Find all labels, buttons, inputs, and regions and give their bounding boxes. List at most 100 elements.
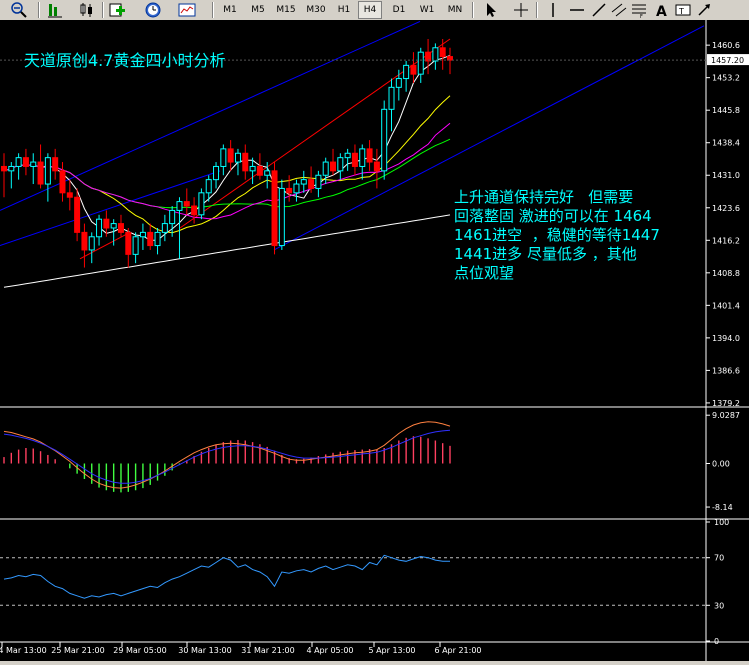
timeframe-w1-button[interactable]: W1 <box>415 1 439 19</box>
candle-body <box>1 165 7 172</box>
analysis-annotation: 上升通道保持完好 但需要 回落整固 激进的可以在 1464 1461进空 ，稳健… <box>454 188 660 282</box>
candle-body <box>351 152 358 167</box>
candle-body <box>213 165 220 181</box>
candle-body <box>293 183 300 194</box>
candle-body <box>37 161 44 185</box>
time-tick-label: 29 Mar 05:00 <box>113 646 166 655</box>
candle-body <box>22 157 29 167</box>
price-tick-label: 1401.4 <box>712 301 740 310</box>
time-tick-label: 5 Apr 13:00 <box>368 646 415 655</box>
candle-body <box>278 187 285 247</box>
candle-body <box>191 205 198 216</box>
trendline-icon[interactable] <box>590 1 608 19</box>
cursor-arrow-icon[interactable] <box>482 1 500 19</box>
macd-tick-label: 0.00 <box>712 460 730 469</box>
horizontal-line-icon[interactable] <box>568 1 586 19</box>
price-tick-label: 1431.0 <box>712 171 740 180</box>
time-tick-label: 25 Mar 21:00 <box>51 646 104 655</box>
rsi-tick-label: 30 <box>714 601 724 610</box>
arrow-icon[interactable] <box>696 1 714 19</box>
candle-body <box>183 201 190 207</box>
svg-text:A: A <box>656 4 667 19</box>
candle-body <box>315 174 322 189</box>
crosshair-icon[interactable] <box>512 1 530 19</box>
candle-body <box>447 56 453 61</box>
rsi-line <box>3 554 450 599</box>
fibonacci-icon[interactable]: F <box>630 1 648 19</box>
candle-body <box>96 218 103 238</box>
candle-body <box>432 47 439 62</box>
candle-body <box>147 231 154 247</box>
candle-body <box>59 170 66 194</box>
timeframe-h4-button[interactable]: H4 <box>358 1 382 19</box>
svg-text:F: F <box>640 14 643 19</box>
price-tick-label: 1394.0 <box>712 334 740 343</box>
macd-tick-label: 9.0287 <box>712 411 740 420</box>
candle-body <box>373 161 380 172</box>
candle-body <box>139 231 146 238</box>
candle-body <box>52 157 59 172</box>
timeframe-d1-button[interactable]: D1 <box>387 1 411 19</box>
price-tick-label: 1460.6 <box>712 41 740 50</box>
rsi-tick-label: 0 <box>714 637 719 646</box>
timeframe-m30-button[interactable]: M30 <box>304 1 328 19</box>
timeframe-m5-button[interactable]: M5 <box>246 1 270 19</box>
candle-body <box>410 64 417 75</box>
rsi-tick-label: 70 <box>714 554 724 563</box>
timeframe-m1-button[interactable]: M1 <box>218 1 242 19</box>
time-tick-label: 6 Apr 21:00 <box>434 646 481 655</box>
candle-body <box>205 179 212 194</box>
chart-type-candle-icon[interactable] <box>78 1 96 19</box>
candle-body <box>8 165 15 172</box>
toolbar-separator <box>102 2 104 18</box>
candle-body <box>395 78 402 88</box>
text-icon[interactable]: A <box>652 1 670 19</box>
candle-body <box>103 218 110 229</box>
candle-body <box>286 187 293 194</box>
candle-body <box>403 64 410 80</box>
clock-icon[interactable] <box>144 1 162 19</box>
chart-template-icon[interactable] <box>178 1 196 19</box>
candle-body <box>242 152 249 172</box>
channel-icon[interactable] <box>610 1 628 19</box>
timeframe-m15-button[interactable]: M15 <box>274 1 298 19</box>
timeframe-mn-button[interactable]: MN <box>443 1 467 19</box>
candle-body <box>15 157 22 167</box>
price-tick-label: 1453.2 <box>712 74 740 83</box>
candle-body <box>169 209 176 225</box>
zoom-out-icon[interactable] <box>10 1 28 19</box>
macd-tick-label: -8.14 <box>712 503 733 512</box>
candle-body <box>154 231 161 247</box>
red-trendline-small <box>79 231 131 260</box>
candle-body <box>30 161 37 167</box>
candle-body <box>264 170 271 176</box>
time-tick-label: 30 Mar 13:00 <box>178 646 231 655</box>
candle-body <box>125 231 132 255</box>
candle-body <box>117 223 124 233</box>
candle-body <box>176 201 183 211</box>
candle-body <box>359 148 366 167</box>
candle-body <box>110 223 117 229</box>
candle-body <box>44 157 51 185</box>
svg-text:T: T <box>678 7 684 16</box>
price-tick-label: 1445.8 <box>712 106 740 115</box>
toolbar: M1 M5 M15 M30 H1 H4 D1 W1 MN F A T <box>0 0 749 21</box>
price-chart[interactable]: 1460.61453.21445.81438.41431.01423.61416… <box>0 20 749 661</box>
chart-type-bar-icon[interactable] <box>46 1 64 19</box>
chart-window[interactable]: 1460.6 1453.2 1445.8 1438.4 1431.0 1423.6 1416… <box>0 20 749 661</box>
candle-body <box>132 236 139 255</box>
time-tick-label: 24 Mar 13:00 <box>0 646 47 655</box>
candle-body <box>271 170 278 247</box>
candle-body <box>161 223 168 233</box>
toolbar-separator <box>472 2 474 18</box>
candle-body <box>256 165 263 176</box>
time-tick-label: 4 Apr 05:00 <box>306 646 353 655</box>
new-order-icon[interactable] <box>108 1 126 19</box>
candle-body <box>66 192 73 198</box>
label-icon[interactable]: T <box>674 1 692 19</box>
toolbar-separator <box>38 2 40 18</box>
vertical-line-icon[interactable] <box>544 1 562 19</box>
price-tick-label: 1386.6 <box>712 366 740 375</box>
candle-body <box>81 231 88 251</box>
timeframe-h1-button[interactable]: H1 <box>332 1 356 19</box>
